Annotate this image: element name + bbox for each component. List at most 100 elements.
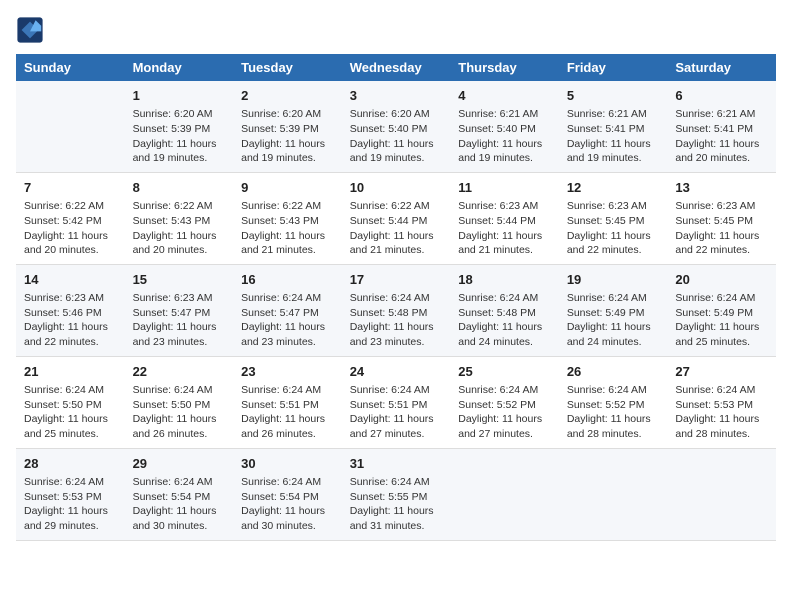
calendar-cell: 16 Sunrise: 6:24 AMSunset: 5:47 PMDayligh… [233, 264, 342, 356]
calendar-cell: 18Sunrise: 6:24 AMSunset: 5:48 PMDayligh… [450, 264, 559, 356]
day-number: 10 [350, 179, 443, 197]
cell-daylight-info: Sunrise: 6:24 AMSunset: 5:52 PMDaylight:… [458, 383, 551, 442]
cell-daylight-info: Sunrise: 6:24 AMSunset: 5:50 PMDaylight:… [24, 383, 117, 442]
calendar-cell: 9 Sunrise: 6:22 AMSunset: 5:43 PMDaylight… [233, 172, 342, 264]
cell-daylight-info: Sunrise: 6:21 AMSunset: 5:41 PMDaylight:… [567, 107, 660, 166]
day-number: 21 [24, 363, 117, 381]
cell-daylight-info: Sunrise: 6:24 AMSunset: 5:54 PMDaylight:… [133, 475, 226, 534]
cell-daylight-info: Sunrise: 6:24 AMSunset: 5:54 PMDaylight:… [241, 475, 334, 534]
day-header-friday: Friday [559, 54, 668, 81]
calendar-cell [16, 81, 125, 172]
page-header [16, 16, 776, 44]
calendar-cell: 25 Sunrise: 6:24 AMSunset: 5:52 PMDayligh… [450, 356, 559, 448]
day-number: 8 [133, 179, 226, 197]
cell-daylight-info: Sunrise: 6:22 AMSunset: 5:44 PMDaylight:… [350, 199, 443, 258]
calendar-cell: 21 Sunrise: 6:24 AMSunset: 5:50 PMDayligh… [16, 356, 125, 448]
day-header-saturday: Saturday [667, 54, 776, 81]
cell-daylight-info: Sunrise: 6:24 AMSunset: 5:50 PMDaylight:… [133, 383, 226, 442]
cell-daylight-info: Sunrise: 6:22 AMSunset: 5:43 PMDaylight:… [133, 199, 226, 258]
cell-daylight-info: Sunrise: 6:21 AMSunset: 5:40 PMDaylight:… [458, 107, 551, 166]
calendar-week-row: 28Sunrise: 6:24 AMSunset: 5:53 PMDayligh… [16, 448, 776, 540]
day-number: 25 [458, 363, 551, 381]
day-number: 19 [567, 271, 660, 289]
calendar-cell: 22 Sunrise: 6:24 AMSunset: 5:50 PMDayligh… [125, 356, 234, 448]
cell-daylight-info: Sunrise: 6:23 AMSunset: 5:45 PMDaylight:… [567, 199, 660, 258]
day-number: 24 [350, 363, 443, 381]
cell-daylight-info: Sunrise: 6:23 AMSunset: 5:46 PMDaylight:… [24, 291, 117, 350]
calendar-week-row: 14 Sunrise: 6:23 AMSunset: 5:46 PMDayligh… [16, 264, 776, 356]
calendar-week-row: 1 Sunrise: 6:20 AMSunset: 5:39 PMDaylight… [16, 81, 776, 172]
cell-daylight-info: Sunrise: 6:20 AMSunset: 5:40 PMDaylight:… [350, 107, 443, 166]
day-number: 14 [24, 271, 117, 289]
cell-daylight-info: Sunrise: 6:20 AMSunset: 5:39 PMDaylight:… [133, 107, 226, 166]
calendar-cell: 24 Sunrise: 6:24 AMSunset: 5:51 PMDayligh… [342, 356, 451, 448]
cell-daylight-info: Sunrise: 6:24 AMSunset: 5:51 PMDaylight:… [350, 383, 443, 442]
day-number: 29 [133, 455, 226, 473]
calendar-cell: 27Sunrise: 6:24 AMSunset: 5:53 PMDayligh… [667, 356, 776, 448]
day-number: 20 [675, 271, 768, 289]
calendar-cell: 20 Sunrise: 6:24 AMSunset: 5:49 PMDayligh… [667, 264, 776, 356]
calendar-cell: 5Sunrise: 6:21 AMSunset: 5:41 PMDaylight… [559, 81, 668, 172]
calendar-cell: 2Sunrise: 6:20 AMSunset: 5:39 PMDaylight… [233, 81, 342, 172]
calendar-cell: 29 Sunrise: 6:24 AMSunset: 5:54 PMDayligh… [125, 448, 234, 540]
calendar-cell [667, 448, 776, 540]
cell-daylight-info: Sunrise: 6:24 AMSunset: 5:49 PMDaylight:… [567, 291, 660, 350]
day-number: 23 [241, 363, 334, 381]
day-header-monday: Monday [125, 54, 234, 81]
calendar-cell: 11Sunrise: 6:23 AMSunset: 5:44 PMDayligh… [450, 172, 559, 264]
day-number: 17 [350, 271, 443, 289]
day-number: 2 [241, 87, 334, 105]
cell-daylight-info: Sunrise: 6:24 AMSunset: 5:49 PMDaylight:… [675, 291, 768, 350]
day-number: 30 [241, 455, 334, 473]
calendar-cell: 1 Sunrise: 6:20 AMSunset: 5:39 PMDaylight… [125, 81, 234, 172]
day-number: 12 [567, 179, 660, 197]
day-number: 11 [458, 179, 551, 197]
day-number: 16 [241, 271, 334, 289]
cell-daylight-info: Sunrise: 6:21 AMSunset: 5:41 PMDaylight:… [675, 107, 768, 166]
logo [16, 16, 48, 44]
calendar-cell: 14 Sunrise: 6:23 AMSunset: 5:46 PMDayligh… [16, 264, 125, 356]
day-number: 4 [458, 87, 551, 105]
day-header-sunday: Sunday [16, 54, 125, 81]
calendar-cell: 7 Sunrise: 6:22 AMSunset: 5:42 PMDaylight… [16, 172, 125, 264]
day-header-tuesday: Tuesday [233, 54, 342, 81]
calendar-cell [450, 448, 559, 540]
calendar-cell: 31 Sunrise: 6:24 AMSunset: 5:55 PMDayligh… [342, 448, 451, 540]
calendar-week-row: 7 Sunrise: 6:22 AMSunset: 5:42 PMDaylight… [16, 172, 776, 264]
calendar-cell: 8 Sunrise: 6:22 AMSunset: 5:43 PMDaylight… [125, 172, 234, 264]
calendar-cell: 19 Sunrise: 6:24 AMSunset: 5:49 PMDayligh… [559, 264, 668, 356]
day-number: 6 [675, 87, 768, 105]
cell-daylight-info: Sunrise: 6:23 AMSunset: 5:45 PMDaylight:… [675, 199, 768, 258]
day-number: 9 [241, 179, 334, 197]
logo-icon [16, 16, 44, 44]
day-number: 26 [567, 363, 660, 381]
day-header-thursday: Thursday [450, 54, 559, 81]
cell-daylight-info: Sunrise: 6:24 AMSunset: 5:52 PMDaylight:… [567, 383, 660, 442]
cell-daylight-info: Sunrise: 6:24 AMSunset: 5:53 PMDaylight:… [675, 383, 768, 442]
calendar-cell: 13Sunrise: 6:23 AMSunset: 5:45 PMDayligh… [667, 172, 776, 264]
day-number: 22 [133, 363, 226, 381]
cell-daylight-info: Sunrise: 6:22 AMSunset: 5:43 PMDaylight:… [241, 199, 334, 258]
calendar-cell: 10 Sunrise: 6:22 AMSunset: 5:44 PMDayligh… [342, 172, 451, 264]
calendar-cell: 23 Sunrise: 6:24 AMSunset: 5:51 PMDayligh… [233, 356, 342, 448]
cell-daylight-info: Sunrise: 6:22 AMSunset: 5:42 PMDaylight:… [24, 199, 117, 258]
day-number: 1 [133, 87, 226, 105]
cell-daylight-info: Sunrise: 6:24 AMSunset: 5:47 PMDaylight:… [241, 291, 334, 350]
calendar-cell: 26 Sunrise: 6:24 AMSunset: 5:52 PMDayligh… [559, 356, 668, 448]
calendar-cell: 17 Sunrise: 6:24 AMSunset: 5:48 PMDayligh… [342, 264, 451, 356]
day-header-wednesday: Wednesday [342, 54, 451, 81]
cell-daylight-info: Sunrise: 6:24 AMSunset: 5:51 PMDaylight:… [241, 383, 334, 442]
cell-daylight-info: Sunrise: 6:24 AMSunset: 5:48 PMDaylight:… [350, 291, 443, 350]
day-number: 31 [350, 455, 443, 473]
calendar-cell: 3 Sunrise: 6:20 AMSunset: 5:40 PMDaylight… [342, 81, 451, 172]
day-number: 7 [24, 179, 117, 197]
calendar-header-row: SundayMondayTuesdayWednesdayThursdayFrid… [16, 54, 776, 81]
day-number: 3 [350, 87, 443, 105]
cell-daylight-info: Sunrise: 6:24 AMSunset: 5:55 PMDaylight:… [350, 475, 443, 534]
calendar-cell: 28Sunrise: 6:24 AMSunset: 5:53 PMDayligh… [16, 448, 125, 540]
day-number: 15 [133, 271, 226, 289]
calendar-cell: 30 Sunrise: 6:24 AMSunset: 5:54 PMDayligh… [233, 448, 342, 540]
cell-daylight-info: Sunrise: 6:24 AMSunset: 5:48 PMDaylight:… [458, 291, 551, 350]
calendar-cell: 4 Sunrise: 6:21 AMSunset: 5:40 PMDaylight… [450, 81, 559, 172]
calendar-cell: 15Sunrise: 6:23 AMSunset: 5:47 PMDayligh… [125, 264, 234, 356]
